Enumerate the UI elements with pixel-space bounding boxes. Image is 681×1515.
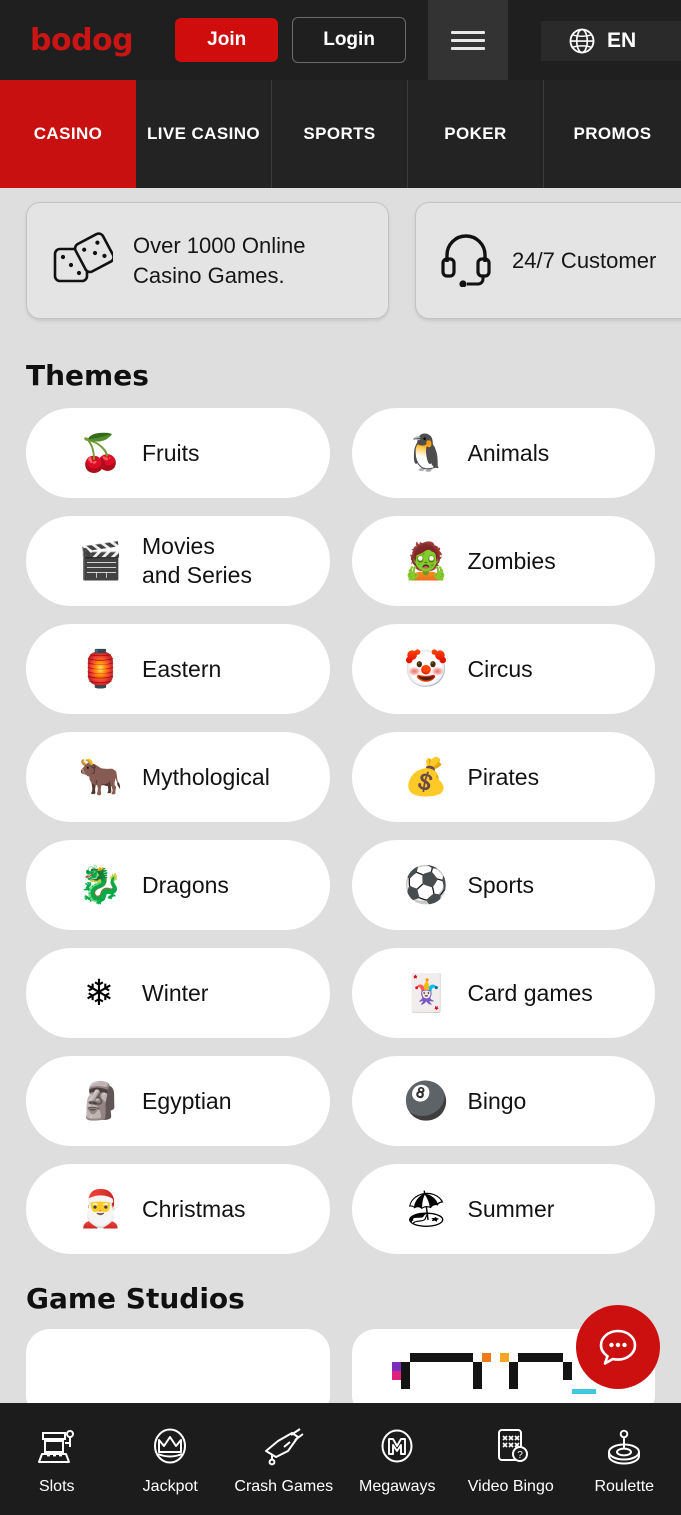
cherries-icon: 🍒 [78,432,123,473]
theme-label: Eastern [142,655,222,682]
app-root: bodog Join Login EN CASINO LIVE CASINO S… [0,0,681,1515]
header-actions: Join Login [175,17,406,63]
bottom-nav-label: Roulette [594,1477,655,1495]
theme-label: Movies and Series [142,533,252,588]
hamburger-menu-icon[interactable] [428,0,508,80]
tab-poker[interactable]: POKER [408,80,544,188]
bottom-nav-label: Video Bingo [467,1477,554,1495]
bingo-ball-icon: 🎱 [403,1080,449,1121]
bottom-nav-jackpot[interactable]: Jackpot [114,1423,228,1496]
bodog-logo[interactable]: bodog [30,23,134,58]
info-card-games-text: Over 1000 Online Casino Games. [133,232,306,288]
tab-promos[interactable]: PROMOS [544,80,681,188]
info-card-games[interactable]: Over 1000 Online Casino Games. [26,202,389,319]
theme-card-circus[interactable]: 🤡 Circus [351,624,655,714]
app-header: bodog Join Login EN [0,0,681,80]
theme-card-mythological[interactable]: 🐂 Mythological [26,732,330,822]
theme-label: Fruits [142,439,200,466]
bottom-nav-label: Slots [38,1477,75,1495]
theme-label: Circus [467,655,533,682]
info-cards-carousel[interactable]: Over 1000 Online Casino Games. 24/7 Cust… [0,188,681,337]
theme-label: Egyptian [142,1087,232,1114]
playing-cards-icon: 🃏 [403,972,449,1013]
theme-card-card-games[interactable]: 🃏 Card games [351,948,655,1038]
minotaur-icon: 🐂 [78,756,123,797]
bottom-nav-crash-games[interactable]: Crash Games [227,1423,341,1496]
roulette-wheel-icon [608,1429,641,1464]
themes-title: Themes [26,359,149,392]
theme-card-animals[interactable]: 🐧 Animals [351,408,655,498]
themes-grid: 🍒 Fruits 🐧 Animals 🎬 Movies and Series 🧟… [0,408,681,1254]
jester-hat-icon: 🤡 [403,648,449,689]
theme-label: Summer [467,1195,555,1222]
chat-support-button[interactable] [576,1305,660,1389]
theme-label: Winter [142,979,209,1006]
svg-text:?: ? [517,1450,523,1461]
headset-icon [440,229,492,292]
theme-card-summer[interactable]: 🏖 Summer [351,1164,655,1254]
airplane-icon [264,1427,304,1465]
theme-card-sports[interactable]: ⚽ Sports [351,840,655,930]
bottom-nav-video-bingo[interactable]: ? Video Bingo [454,1423,568,1496]
primary-nav-tabs: CASINO LIVE CASINO SPORTS POKER PROMOS [0,80,681,188]
soccer-ball-icon: ⚽ [403,864,449,905]
tab-casino[interactable]: CASINO [0,80,136,188]
login-button[interactable]: Login [292,17,406,63]
theme-label: Mythological [142,763,270,790]
bottom-nav-megaways[interactable]: Megaways [341,1423,455,1496]
theme-card-egyptian[interactable]: 🗿 Egyptian [26,1056,330,1146]
bottom-nav-label: Crash Games [234,1477,334,1495]
theme-label: Dragons [142,871,229,898]
bottom-navigation: Slots Jackpot Crash Games Megaways ? Vid… [0,1403,681,1515]
theme-card-bingo[interactable]: 🎱 Bingo [351,1056,655,1146]
theme-card-zombies[interactable]: 🧟 Zombies [351,516,655,606]
theme-card-dragons[interactable]: 🐉 Dragons [26,840,330,930]
beach-umbrella-icon: 🏖 [403,1188,450,1229]
info-card-support-text: 24/7 Customer [512,247,657,273]
bottom-nav-label: Megaways [359,1477,436,1495]
winter-penguin-icon: ❄ [83,972,115,1013]
hamburger-bar [451,30,485,34]
penguin-icon: 🐧 [403,432,449,473]
treasure-chest-icon: 💰 [403,756,449,797]
language-selector[interactable]: EN [541,21,681,61]
chat-bubble-icon [599,1329,637,1365]
zombie-icon: 🧟 [403,540,449,581]
tab-sports[interactable]: SPORTS [272,80,408,188]
info-card-support[interactable]: 24/7 Customer [415,202,681,319]
theme-card-pirates[interactable]: 💰 Pirates [351,732,655,822]
theme-label: Christmas [142,1195,246,1222]
globe-icon [569,28,595,54]
eastern-icon: 🏮 [78,648,123,689]
theme-label: Card games [467,979,593,1006]
tab-live-casino[interactable]: LIVE CASINO [136,80,272,188]
jurassic-park-icon: 🎬 [78,540,123,581]
theme-card-movies-and-series[interactable]: 🎬 Movies and Series [26,516,330,606]
dice-icon [51,229,115,292]
bottom-nav-slots[interactable]: Slots [0,1423,114,1496]
theme-card-eastern[interactable]: 🏮 Eastern [26,624,330,714]
theme-label: Sports [467,871,534,898]
hamburger-bar [451,38,485,42]
crown-icon [154,1428,187,1463]
theme-card-fruits[interactable]: 🍒 Fruits [26,408,330,498]
game-studios-title: Game Studios [26,1282,245,1315]
join-button[interactable]: Join [175,18,279,62]
theme-card-christmas[interactable]: 🎅 Christmas [26,1164,330,1254]
bottom-nav-label: Jackpot [142,1477,198,1495]
pharaoh-icon: 🗿 [78,1080,123,1121]
dragon-icon: 🐉 [78,864,123,905]
theme-label: Pirates [467,763,540,790]
theme-card-winter[interactable]: ❄ Winter [26,948,330,1038]
stocking-icon: 🎅 [78,1188,123,1229]
megaways-m-icon [381,1429,413,1462]
theme-label: Zombies [467,547,556,574]
slot-machine-icon [37,1429,74,1463]
theme-label: Animals [467,439,550,466]
bottom-nav-roulette[interactable]: Roulette [568,1423,681,1496]
hamburger-bar [451,46,485,50]
language-label: EN [607,29,637,52]
theme-label: Bingo [467,1087,527,1114]
bingo-card-icon: ? [497,1428,528,1462]
